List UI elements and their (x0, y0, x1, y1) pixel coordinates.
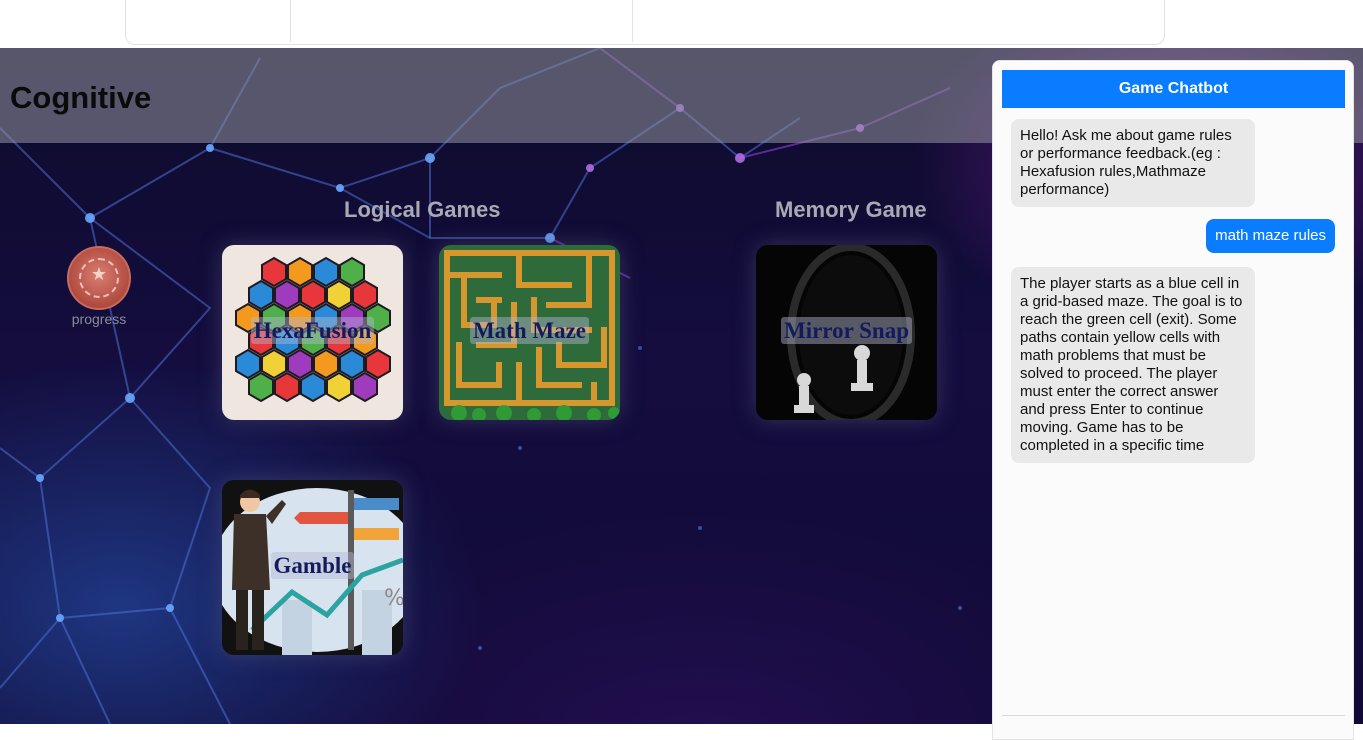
chat-message-bot: The player starts as a blue cell in a gr… (1011, 267, 1255, 463)
star-icon: ★ (90, 264, 108, 284)
chatbot-title: Game Chatbot (1002, 70, 1345, 108)
game-title-mirrorsnap: Mirror Snap (756, 317, 937, 344)
game-card-hexafusion[interactable]: HexaFusion (222, 245, 403, 420)
app-title: Cognitive (10, 80, 152, 115)
svg-text:%: % (384, 586, 403, 611)
top-toolbar (0, 0, 1363, 48)
chat-message-user: math maze rules (1206, 219, 1335, 253)
game-card-mirrorsnap[interactable]: Mirror Snap (756, 245, 937, 420)
top-divider (632, 0, 633, 42)
game-card-mathmaze[interactable]: Math Maze (439, 245, 620, 420)
game-card-gamble[interactable]: % Gamble (222, 480, 403, 655)
chatbot-panel: Game Chatbot Hello! Ask me about game ru… (992, 60, 1354, 740)
top-divider (290, 0, 291, 42)
chat-input-divider (1002, 715, 1345, 716)
memory-game-heading: Memory Game (775, 197, 927, 222)
chat-message-bot: Hello! Ask me about game rules or perfor… (1011, 119, 1255, 207)
game-title-mathmaze: Math Maze (439, 317, 620, 344)
logical-games-heading: Logical Games (344, 197, 501, 222)
top-tabs-frame (125, 0, 1165, 45)
game-title-hexafusion: HexaFusion (222, 317, 403, 344)
progress-badge-icon[interactable]: ★ (67, 246, 131, 310)
game-title-gamble: Gamble (222, 552, 403, 579)
progress-label[interactable]: progress (62, 311, 136, 327)
